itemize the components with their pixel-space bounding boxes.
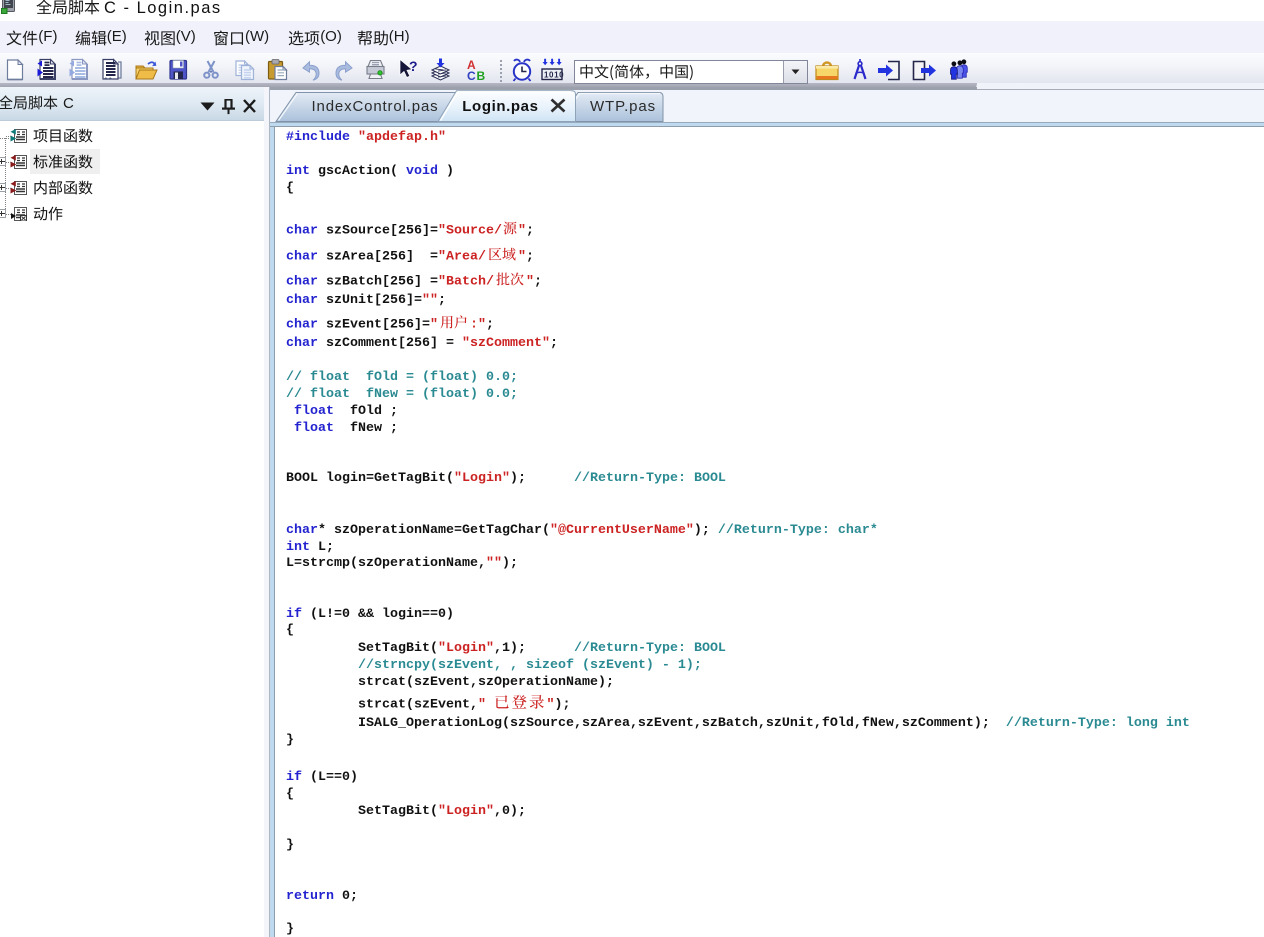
svg-text:B: B [476,69,485,82]
svg-text:C: C [467,69,476,82]
svg-text:?: ? [409,58,418,74]
svg-text:1010: 1010 [544,71,564,80]
